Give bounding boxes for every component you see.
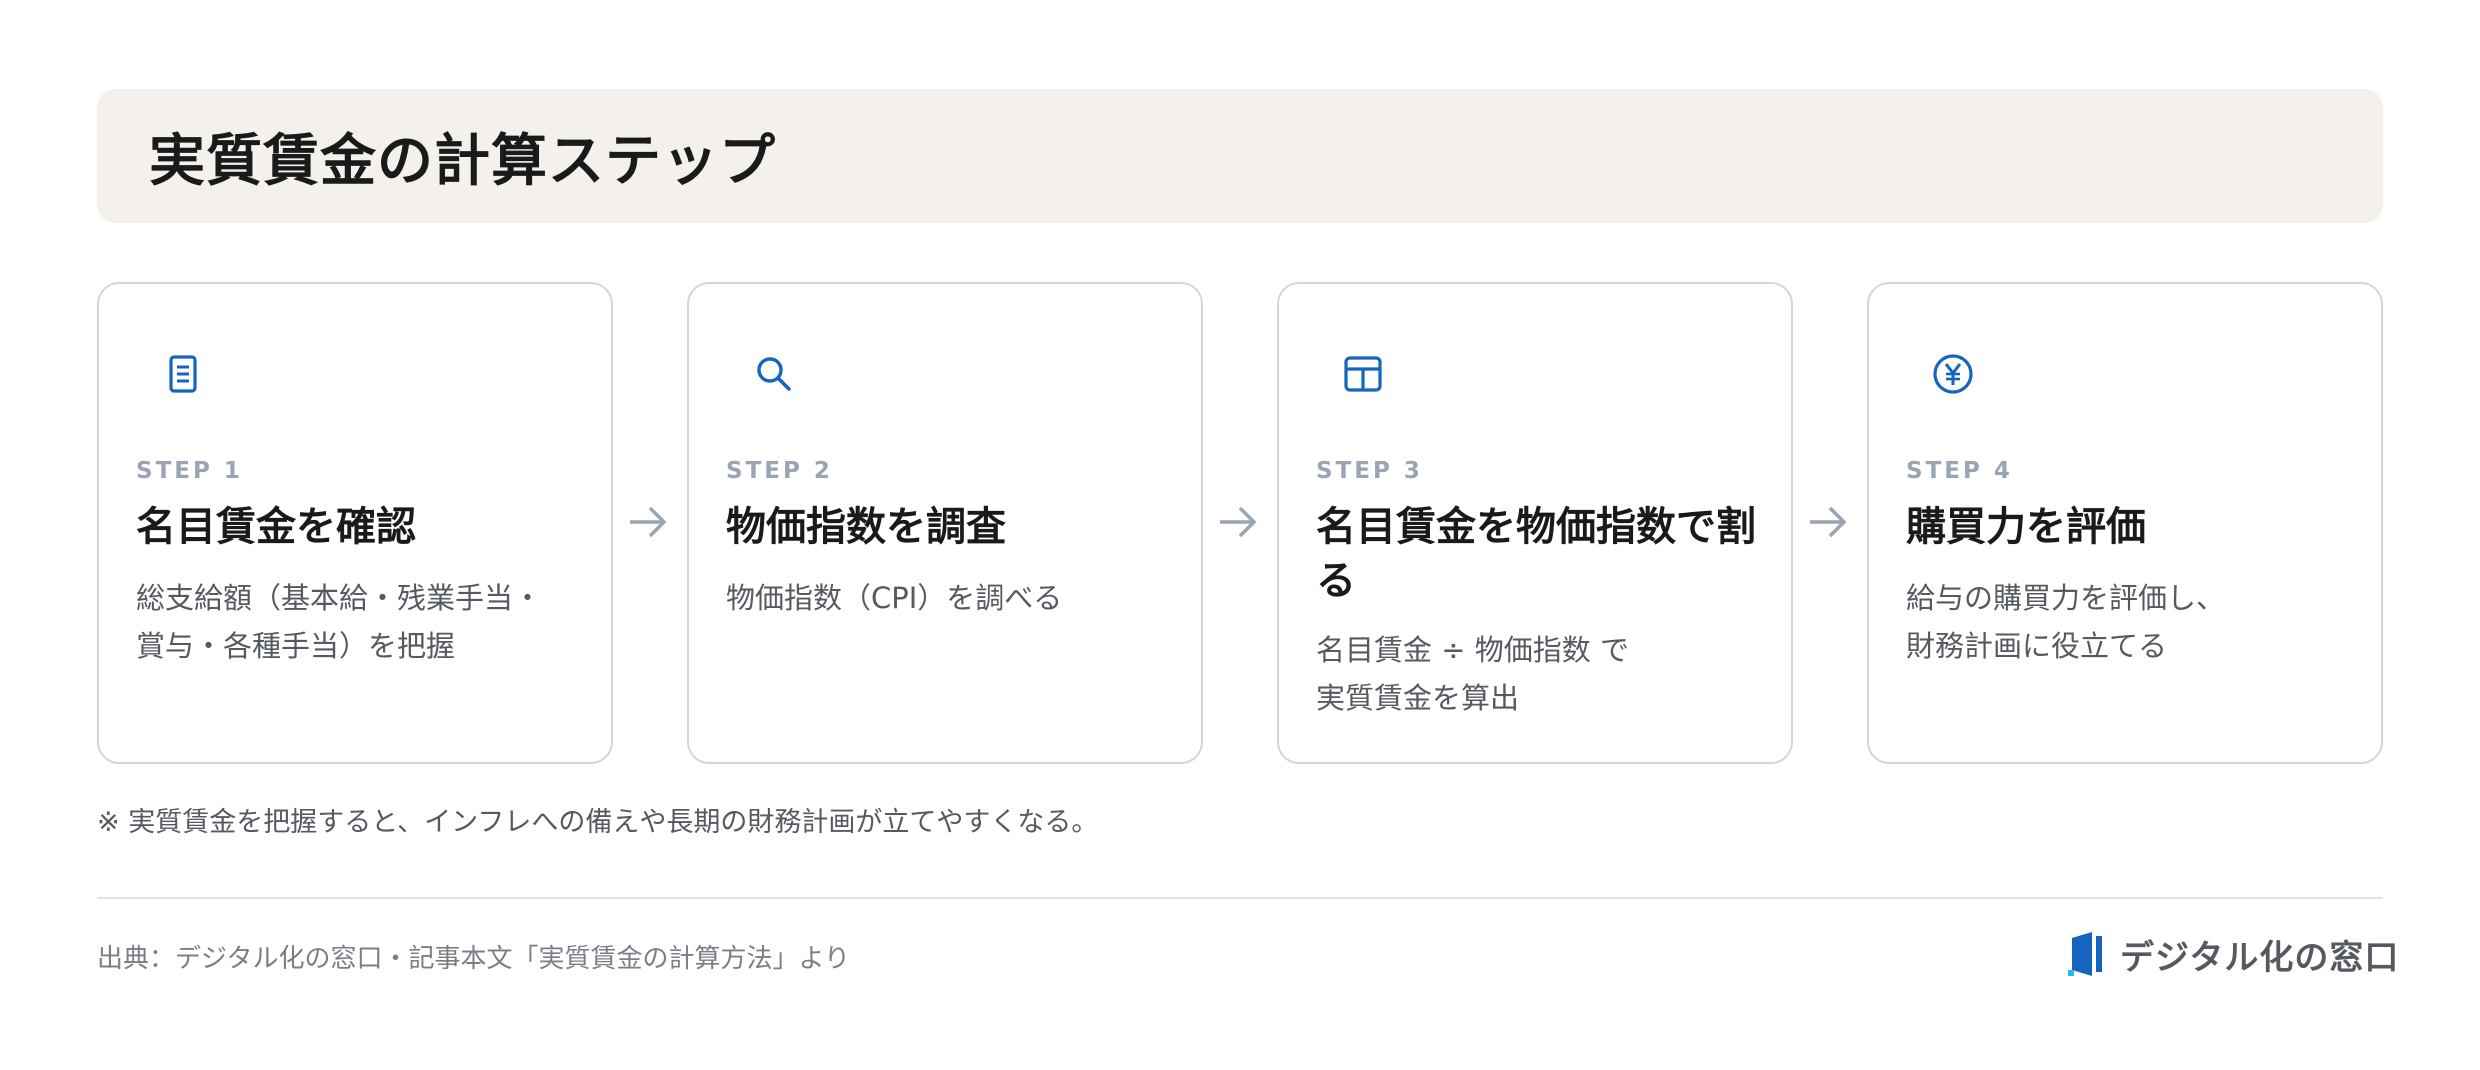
divider [97,897,2383,899]
step-description: 名目賃金 ÷ 物価指数 で 実質賃金を算出 [1316,633,1629,715]
step-card-1: STEP 1 名目賃金を確認 総支給額（基本給・残業手当・ 賞与・各種手当）を把… [97,282,613,764]
arrow-right-icon [1220,506,1257,538]
step-label: STEP 3 [1316,458,1423,484]
step-heading: 名目賃金を確認 [136,504,416,550]
footnote: ※ 実質賃金を把握すると、インフレへの備えや長期の財務計画が立てやすくなる。 [97,807,1099,838]
source-citation: 出典：デジタル化の窓口・記事本文「実質賃金の計算方法」より [97,944,850,974]
title-banner: 実質賃金の計算ステップ [97,89,2383,223]
arrow-right-icon [630,506,667,538]
site-logo: デジタル化の窓口 [2066,930,2399,978]
step-heading: 物価指数を調査 [726,504,1006,550]
logo-mark-icon [2068,932,2102,976]
search-icon [757,357,791,391]
step-description: 物価指数（CPI）を調べる [726,581,1063,615]
arrow-right-icon [1810,506,1847,538]
step-label: STEP 2 [726,458,833,484]
step-card-3: STEP 3 名目賃金を物価指数で割る 名目賃金 ÷ 物価指数 で 実質賃金を算… [1277,282,1793,764]
step-label: STEP 1 [136,458,243,484]
step-description: 総支給額（基本給・残業手当・ 賞与・各種手当）を把握 [136,581,543,663]
table-icon [1344,356,1382,392]
step-description: 給与の購買力を評価し、 財務計画に役立てる [1906,581,2226,663]
step-label: STEP 4 [1906,458,2013,484]
step-card-2: STEP 2 物価指数を調査 物価指数（CPI）を調べる [687,282,1203,764]
document-icon [169,355,197,393]
page-title: 実質賃金の計算ステップ [149,128,776,194]
logo-text: デジタル化の窓口 [2120,937,2400,978]
step-heading: 名目賃金を物価指数で割る [1316,504,1756,604]
step-card-4: STEP 4 購買力を評価 給与の購買力を評価し、 財務計画に役立てる [1867,282,2383,764]
step-heading: 購買力を評価 [1906,504,2146,550]
yen-icon [1933,354,1973,394]
